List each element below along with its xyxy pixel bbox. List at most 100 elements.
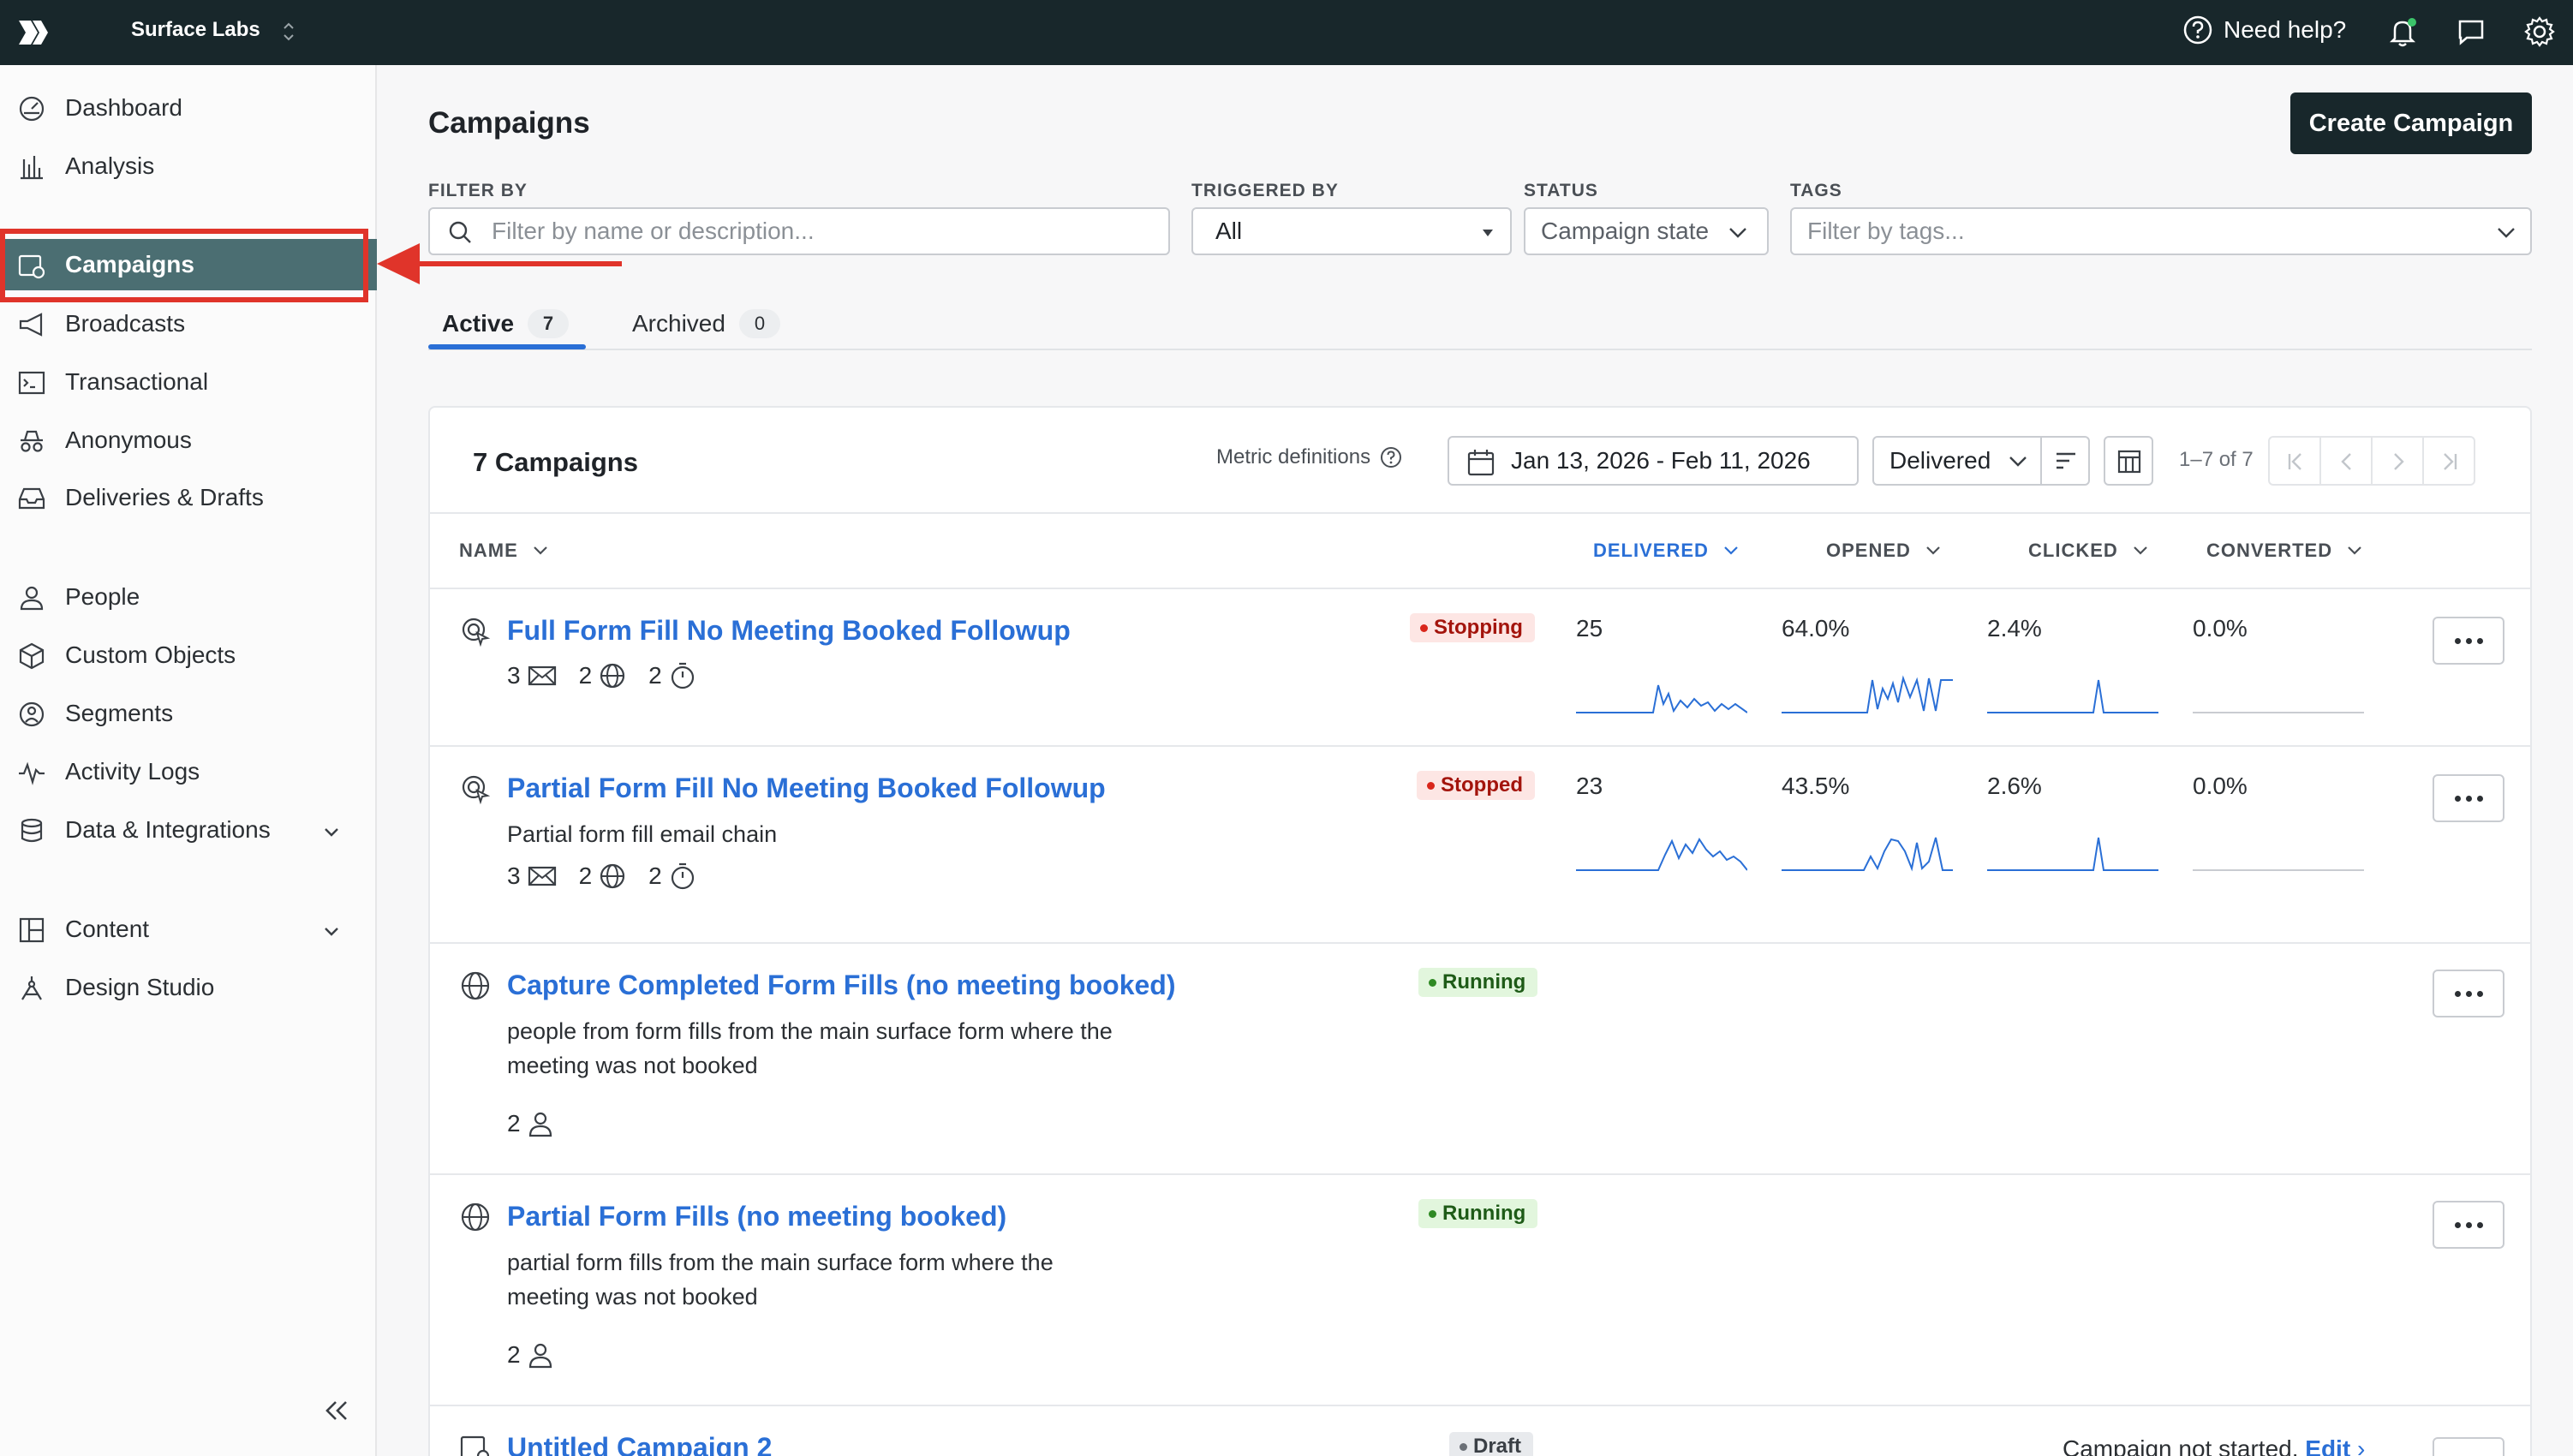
column-header-label: OPENED <box>1826 540 1911 561</box>
workspace-switcher-icon[interactable] <box>280 19 297 45</box>
previous-page-button[interactable] <box>2319 436 2373 486</box>
status-select[interactable]: Campaign state <box>1524 207 1769 255</box>
tags-select[interactable]: Filter by tags... <box>1790 207 2532 255</box>
sidebar-item-transactional[interactable]: Transactional <box>0 356 377 408</box>
sidebar-item-label: Activity Logs <box>65 758 200 785</box>
pagination-range: 1–7 of 7 <box>2179 448 2254 471</box>
sidebar-item-custom-objects[interactable]: Custom Objects <box>0 630 377 681</box>
chat-icon[interactable] <box>2455 15 2487 48</box>
row-actions-button[interactable] <box>2433 1201 2504 1249</box>
first-page-icon <box>2288 453 2301 470</box>
column-header-opened[interactable]: OPENED <box>1826 540 1942 562</box>
campaign-name-link[interactable]: Capture Completed Form Fills (no meeting… <box>507 970 1175 1001</box>
delivered-value: 25 <box>1576 615 1603 641</box>
column-settings-button[interactable] <box>2104 436 2153 486</box>
delivered-sparkline <box>1576 684 1747 713</box>
campaign-name-link[interactable]: Full Form Fill No Meeting Booked Followu… <box>507 615 1071 647</box>
person-icon <box>528 1112 552 1137</box>
triggered-by-label: TRIGGERED BY <box>1191 181 1339 200</box>
sidebar-item-label: Broadcasts <box>65 310 186 337</box>
campaign-description: partial form fills from the main surface… <box>507 1250 1054 1310</box>
clicked-value: 2.4% <box>1987 615 2042 641</box>
bell-icon[interactable] <box>2386 15 2419 48</box>
annotation-highlight-box <box>0 229 368 302</box>
table-row: Partial Form Fills (no meeting booked) p… <box>430 1175 2530 1406</box>
date-range-picker[interactable]: Jan 13, 2026 - Feb 11, 2026 <box>1448 436 1859 486</box>
status-label: STATUS <box>1524 181 1598 200</box>
filter-search-input[interactable]: Filter by name or description... <box>428 207 1170 255</box>
campaign-people-summary: 2 <box>507 1110 553 1137</box>
email-icon <box>528 866 556 886</box>
campaigns-card: 7 Campaigns Metric definitions Jan 13, 2… <box>428 406 2532 1456</box>
caret-down-icon <box>1483 230 1493 236</box>
status-badge: Running <box>1418 1199 1538 1228</box>
campaign-name-link[interactable]: Untitled Campaign 2 <box>507 1432 772 1456</box>
sidebar-item-label: Dashboard <box>65 94 182 121</box>
person-icon <box>20 586 44 611</box>
tags-placeholder: Filter by tags... <box>1807 218 1965 244</box>
tab-active[interactable]: Active 7 <box>442 298 570 349</box>
status-badge: Stopping <box>1410 613 1535 642</box>
column-header-delivered[interactable]: DELIVERED <box>1593 540 1740 562</box>
sidebar-item-anonymous[interactable]: Anonymous <box>0 415 377 466</box>
chevron-down-icon <box>325 828 338 837</box>
create-campaign-button[interactable]: Create Campaign <box>2290 92 2532 154</box>
row-actions-button[interactable] <box>2433 1437 2504 1456</box>
campaign-name-link[interactable]: Partial Form Fill No Meeting Booked Foll… <box>507 773 1106 804</box>
column-header-clicked[interactable]: CLICKED <box>2028 540 2149 562</box>
event-trigger-icon <box>462 618 491 647</box>
globe-icon <box>600 663 625 689</box>
column-header-name[interactable]: NAME <box>459 540 549 562</box>
help-link[interactable]: Need help? <box>2182 15 2346 45</box>
cube-icon <box>19 642 45 670</box>
people-count: 2 <box>507 1341 521 1368</box>
filter-search-placeholder: Filter by name or description... <box>492 218 815 244</box>
sidebar-item-activity-logs[interactable]: Activity Logs <box>0 746 377 797</box>
chevron-down-icon <box>2348 546 2361 555</box>
pen-tool-icon <box>21 976 42 1000</box>
chevron-right-icon: › <box>2356 1435 2366 1456</box>
collapse-sidebar-icon[interactable] <box>322 1398 353 1423</box>
sidebar-item-broadcasts[interactable]: Broadcasts <box>0 298 377 349</box>
edit-campaign-link[interactable]: Edit <box>2305 1435 2350 1456</box>
column-header-converted[interactable]: CONVERTED <box>2206 540 2363 562</box>
table-row: Full Form Fill No Meeting Booked Followu… <box>430 589 2530 747</box>
sidebar-item-data-integrations[interactable]: Data & Integrations <box>0 804 377 856</box>
next-page-button[interactable] <box>2371 436 2424 486</box>
row-actions-button[interactable] <box>2433 774 2504 822</box>
metric-definitions-link[interactable]: Metric definitions <box>1216 445 1403 469</box>
campaign-name-link[interactable]: Partial Form Fills (no meeting booked) <box>507 1201 1006 1232</box>
sidebar-item-content[interactable]: Content <box>0 904 377 955</box>
logo-icon[interactable] <box>15 15 50 50</box>
sidebar-item-design-studio[interactable]: Design Studio <box>0 962 377 1013</box>
campaign-count-title: 7 Campaigns <box>473 447 638 477</box>
globe-icon <box>461 971 490 1000</box>
timer-icon <box>671 862 694 890</box>
chevron-down-icon <box>1729 228 1746 238</box>
person-icon <box>528 1343 552 1369</box>
sidebar-item-label: Transactional <box>65 368 209 395</box>
segment-icon <box>19 701 45 727</box>
triggered-by-select[interactable]: All <box>1191 207 1512 255</box>
sort-button[interactable] <box>2040 436 2090 486</box>
converted-sparkline <box>2193 869 2364 871</box>
first-page-button[interactable] <box>2268 436 2321 486</box>
table-row: Capture Completed Form Fills (no meeting… <box>430 944 2530 1175</box>
column-header-label: NAME <box>459 540 518 561</box>
help-icon <box>2183 15 2212 45</box>
last-page-button[interactable] <box>2422 436 2475 486</box>
workspace-name[interactable]: Surface Labs <box>131 18 260 42</box>
sort-icon <box>2057 452 2075 469</box>
sidebar-item-deliveries-drafts[interactable]: Deliveries & Drafts <box>0 472 377 523</box>
sidebar-item-segments[interactable]: Segments <box>0 688 377 739</box>
sidebar-item-dashboard[interactable]: Dashboard <box>0 82 377 134</box>
row-actions-button[interactable] <box>2433 617 2504 665</box>
row-actions-button[interactable] <box>2433 970 2504 1017</box>
sidebar-item-people[interactable]: People <box>0 571 377 623</box>
tab-archived[interactable]: Archived 0 <box>632 298 780 349</box>
sidebar-item-analysis[interactable]: Analysis <box>0 140 377 192</box>
campaign-not-started-note: Campaign not started. Edit › <box>2063 1435 2365 1456</box>
metric-select[interactable]: Delivered <box>1872 436 2042 486</box>
settings-icon[interactable] <box>2523 15 2556 48</box>
table-columns-icon <box>2117 450 2141 474</box>
